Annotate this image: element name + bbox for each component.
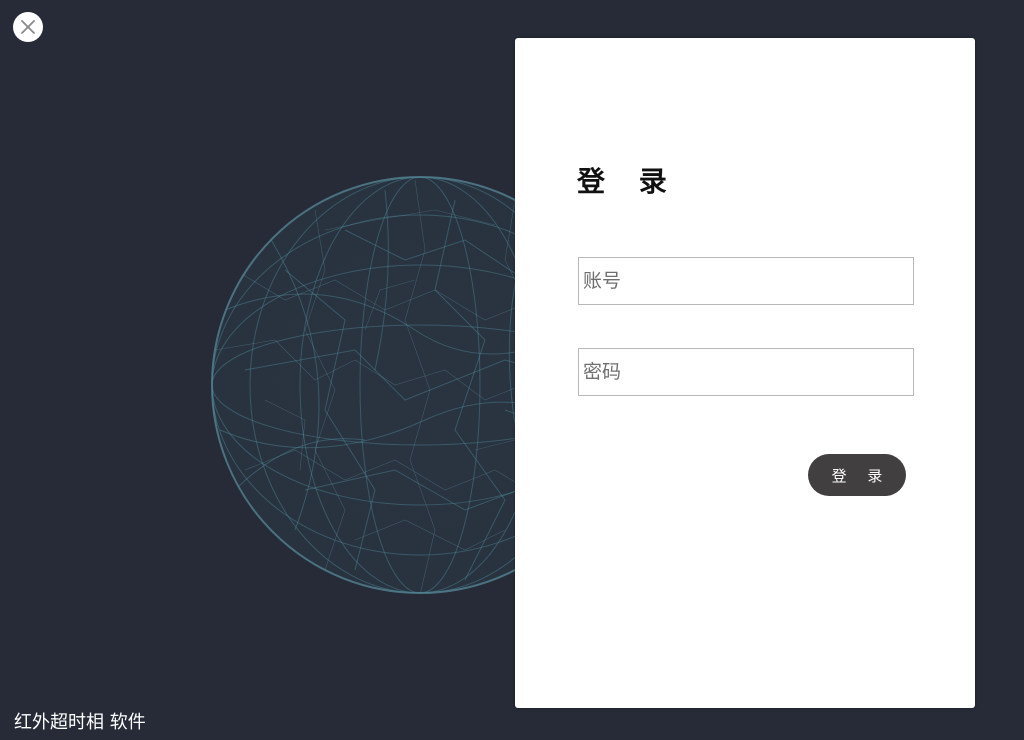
login-title: 登 录 [577,165,679,198]
password-input[interactable] [578,348,914,396]
app-name-label: 红外超时相 软件 [14,712,146,733]
login-button[interactable]: 登 录 [808,454,906,496]
login-window: 登 录 登 录 红外超时相 软件 [0,0,1024,740]
close-icon [21,20,35,34]
login-panel: 登 录 登 录 [515,38,975,708]
close-button[interactable] [13,12,43,42]
account-input[interactable] [578,257,914,305]
